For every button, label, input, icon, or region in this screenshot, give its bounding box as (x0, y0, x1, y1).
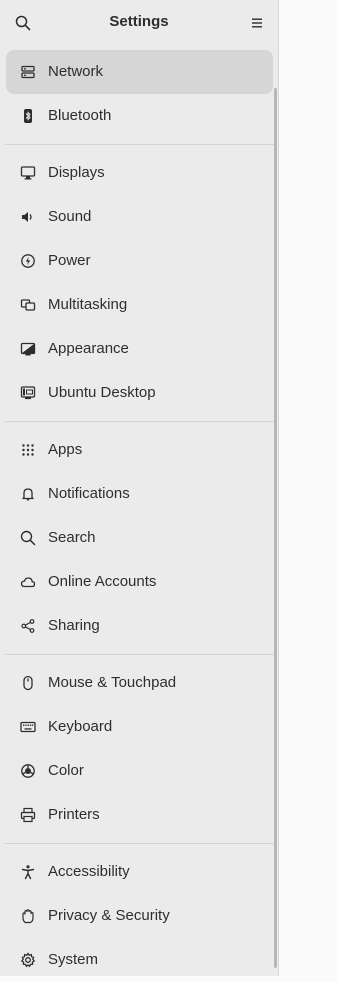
appearance-icon (20, 341, 36, 357)
share-icon (20, 618, 36, 634)
apps-grid-icon (20, 442, 36, 458)
bluetooth-icon (20, 108, 36, 124)
sidebar-item-bluetooth[interactable]: Bluetooth (6, 94, 273, 138)
sidebar-item-printers[interactable]: Printers (6, 793, 273, 837)
section-divider (5, 144, 274, 145)
keyboard-icon (20, 719, 36, 735)
sidebar-item-label: Appearance (48, 340, 129, 357)
multitasking-icon (20, 297, 36, 313)
menu-icon (250, 16, 264, 30)
ubuntu-desktop-icon (20, 385, 36, 401)
sidebar-item-label: Ubuntu Desktop (48, 384, 156, 401)
sidebar-item-online-accounts[interactable]: Online Accounts (6, 560, 273, 604)
sidebar-item-label: Notifications (48, 485, 130, 502)
sidebar-item-label: Network (48, 63, 104, 80)
sidebar-item-apps[interactable]: Apps (6, 428, 273, 472)
sidebar-item-label: Accessibility (48, 863, 130, 880)
sidebar-item-privacy-security[interactable]: Privacy & Security (6, 894, 273, 938)
power-icon (20, 253, 36, 269)
sidebar-item-label: Power (48, 252, 91, 269)
speaker-icon (20, 209, 36, 225)
main-menu-button[interactable] (243, 9, 271, 37)
page-title: Settings (109, 13, 169, 30)
sidebar-item-label: Search (48, 529, 96, 546)
sidebar-item-label: Sharing (48, 617, 100, 634)
sidebar-item-appearance[interactable]: Appearance (6, 327, 273, 371)
sidebar-item-label: Sound (48, 208, 92, 225)
section-divider (5, 654, 274, 655)
sidebar-item-notifications[interactable]: Notifications (6, 472, 273, 516)
sidebar-item-displays[interactable]: Displays (6, 151, 273, 195)
sidebar-item-mouse-touchpad[interactable]: Mouse & Touchpad (6, 661, 273, 705)
section-divider (5, 843, 274, 844)
settings-window: Settings Network Bluetooth Displays Sound Po… (0, 0, 337, 976)
sidebar-section: Network Bluetooth (0, 50, 279, 138)
scrollbar[interactable] (274, 88, 277, 968)
network-icon (20, 64, 36, 80)
sidebar-item-label: Color (48, 762, 84, 779)
sidebar-item-search[interactable]: Search (6, 516, 273, 560)
sidebar-item-ubuntu-desktop[interactable]: Ubuntu Desktop (6, 371, 273, 415)
sidebar-item-label: Bluetooth (48, 107, 112, 124)
sidebar-item-label: Displays (48, 164, 105, 181)
sidebar-section: Accessibility Privacy & Security System (0, 850, 279, 982)
sidebar-item-sound[interactable]: Sound (6, 195, 273, 239)
sidebar-item-keyboard[interactable]: Keyboard (6, 705, 273, 749)
sidebar-item-system[interactable]: System (6, 938, 273, 982)
settings-panel-list: Network Bluetooth Displays Sound Power Multit… (0, 50, 279, 982)
mouse-icon (20, 675, 36, 691)
sidebar-item-label: Apps (48, 441, 83, 458)
sidebar: Settings Network Bluetooth Displays Sound Po… (0, 0, 279, 976)
sidebar-item-accessibility[interactable]: Accessibility (6, 850, 273, 894)
sidebar-section: Mouse & Touchpad Keyboard Color Printers (0, 661, 279, 837)
sidebar-item-label: Mouse & Touchpad (48, 674, 177, 691)
sidebar-item-network[interactable]: Network (6, 50, 273, 94)
gear-icon (20, 952, 36, 968)
bell-icon (20, 486, 36, 502)
sidebar-item-label: Online Accounts (48, 573, 157, 590)
content-area (280, 0, 337, 976)
accessibility-icon (20, 864, 36, 880)
sidebar-header: Settings (0, 0, 278, 46)
section-divider (5, 421, 274, 422)
sidebar-item-multitasking[interactable]: Multitasking (6, 283, 273, 327)
sidebar-item-power[interactable]: Power (6, 239, 273, 283)
sidebar-item-label: Multitasking (48, 296, 128, 313)
hand-icon (20, 908, 36, 924)
cloud-icon (20, 574, 36, 590)
printer-icon (20, 807, 36, 823)
sidebar-item-label: System (48, 951, 99, 968)
sidebar-item-label: Keyboard (48, 718, 113, 735)
color-icon (20, 763, 36, 779)
sidebar-item-label: Printers (48, 806, 100, 823)
sidebar-item-color[interactable]: Color (6, 749, 273, 793)
sidebar-section: Apps Notifications Search Online Accounts Sh… (0, 428, 279, 648)
sidebar-item-label: Privacy & Security (48, 907, 170, 924)
sidebar-item-sharing[interactable]: Sharing (6, 604, 273, 648)
search-icon (20, 530, 36, 546)
sidebar-section: Displays Sound Power Multitasking Appearance… (0, 151, 279, 415)
display-icon (20, 165, 36, 181)
